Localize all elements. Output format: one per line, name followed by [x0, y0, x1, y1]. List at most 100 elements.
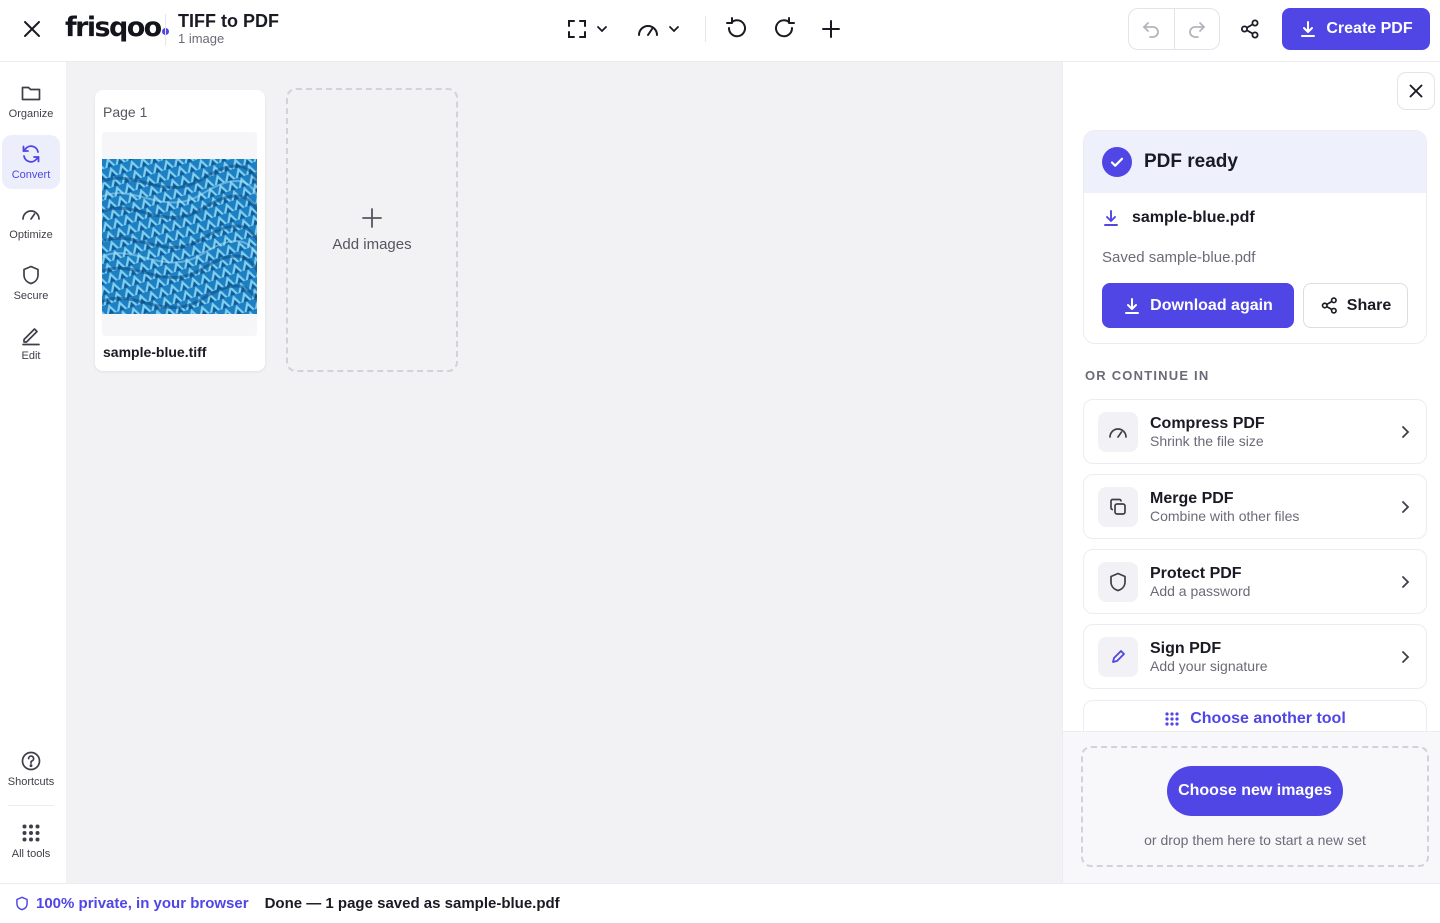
- tool-compress-pdf[interactable]: Compress PDF Shrink the file size: [1083, 399, 1427, 464]
- tool-name: Merge PDF: [1150, 489, 1234, 507]
- page-number-label: Page 1: [103, 104, 148, 120]
- pdf-ready-header: PDF ready: [1084, 131, 1426, 193]
- download-again-button[interactable]: Download again: [1102, 283, 1294, 328]
- app-logo[interactable]: frisqoo: [65, 12, 169, 44]
- tool-merge-pdf[interactable]: Merge PDF Combine with other files: [1083, 474, 1427, 539]
- rail-item-edit[interactable]: Edit: [2, 316, 60, 370]
- rail-label: Secure: [13, 290, 49, 302]
- rail-item-convert[interactable]: Convert: [2, 135, 60, 189]
- choose-new-images-button[interactable]: Choose new images: [1167, 766, 1343, 816]
- rail-item-optimize[interactable]: Optimize: [2, 195, 60, 249]
- grid-icon: [20, 822, 42, 844]
- rotate-right-button[interactable]: [771, 14, 797, 44]
- undo-icon: [1140, 18, 1162, 40]
- document-title: TIFF to PDF: [178, 11, 279, 31]
- pencil-icon: [20, 324, 42, 346]
- shield-icon: [20, 264, 42, 286]
- gauge-icon: [20, 203, 42, 225]
- tool-protect-pdf[interactable]: Protect PDF Add a password: [1083, 549, 1427, 614]
- rail-label: Organize: [8, 108, 54, 120]
- privacy-link[interactable]: 100% private, in your browser: [14, 895, 249, 912]
- gauge-icon: [1098, 411, 1138, 452]
- download-icon: [1123, 297, 1141, 315]
- result-panel: PDF ready sample-blue.pdf Saved sample-b…: [1062, 62, 1440, 883]
- chevron-right-icon: [1398, 574, 1412, 590]
- rail-label: All tools: [11, 848, 51, 860]
- rotate-left-button[interactable]: [724, 14, 750, 44]
- pdf-ready-title: PDF ready: [1144, 151, 1238, 172]
- download-again-label: Download again: [1150, 296, 1273, 314]
- fullscreen-icon: [565, 17, 589, 41]
- rail-divider: [8, 805, 54, 806]
- grid-icon: [1164, 711, 1180, 727]
- add-images-label: Add images: [332, 236, 412, 253]
- close-icon[interactable]: [18, 15, 46, 43]
- add-button[interactable]: [818, 14, 844, 44]
- rail-item-organize[interactable]: Organize: [2, 74, 60, 128]
- redo-button[interactable]: [1173, 9, 1220, 49]
- share-icon: [1320, 296, 1339, 315]
- tool-sign-pdf[interactable]: Sign PDF Add your signature: [1083, 624, 1427, 689]
- gauge-icon: [635, 17, 661, 41]
- page-card[interactable]: Page 1 sample-blue.tiff: [95, 90, 265, 371]
- thumbnail-image: [102, 159, 257, 314]
- chevron-down-icon: [667, 22, 681, 36]
- create-pdf-label: Create PDF: [1326, 20, 1413, 37]
- shield-icon: [1098, 561, 1138, 602]
- chevron-down-icon: [595, 22, 609, 36]
- refresh-icon: [20, 143, 42, 165]
- toolbar-divider: [705, 16, 706, 42]
- quality-dropdown[interactable]: [635, 14, 681, 44]
- drop-zone[interactable]: Choose new images or drop them here to s…: [1081, 746, 1429, 867]
- output-file-link[interactable]: sample-blue.pdf: [1102, 209, 1255, 227]
- page-file-name: sample-blue.tiff: [103, 344, 207, 360]
- rotate-left-icon: [724, 16, 750, 42]
- privacy-label: 100% private, in your browser: [36, 895, 249, 912]
- download-icon: [1299, 20, 1317, 38]
- undo-button[interactable]: [1129, 9, 1174, 49]
- left-rail: Organize Convert Optimize Secure Edit Sh…: [0, 62, 62, 883]
- shield-icon: [14, 895, 30, 912]
- rotate-right-icon: [771, 16, 797, 42]
- create-pdf-button[interactable]: Create PDF: [1282, 8, 1430, 50]
- download-icon: [1102, 209, 1120, 227]
- drop-hint: or drop them here to start a new set: [1144, 832, 1366, 848]
- rail-item-secure[interactable]: Secure: [2, 256, 60, 310]
- rail-item-shortcuts[interactable]: Shortcuts: [2, 742, 60, 796]
- chevron-right-icon: [1398, 649, 1412, 665]
- tool-description: Shrink the file size: [1150, 432, 1264, 449]
- tool-name: Protect PDF: [1150, 564, 1242, 582]
- fit-mode-dropdown[interactable]: [565, 14, 609, 44]
- folder-icon: [20, 82, 42, 104]
- pen-icon: [1098, 636, 1138, 677]
- add-images-button[interactable]: Add images: [286, 88, 458, 372]
- share-label: Share: [1346, 296, 1392, 314]
- document-subtitle: 1 image: [178, 31, 225, 46]
- status-bar: 100% private, in your browser Done — 1 p…: [0, 883, 1440, 923]
- copy-icon: [1098, 486, 1138, 527]
- tool-description: Combine with other files: [1150, 507, 1300, 524]
- plus-icon: [360, 206, 384, 230]
- rail-label: Shortcuts: [7, 776, 55, 788]
- new-set-area: Choose new images or drop them here to s…: [1063, 731, 1440, 883]
- rail-item-all-tools[interactable]: All tools: [2, 814, 60, 868]
- page-thumbnail: [102, 132, 257, 336]
- tool-name: Compress PDF: [1150, 414, 1265, 432]
- panel-close-button[interactable]: [1397, 72, 1435, 110]
- choose-another-tool-label: Choose another tool: [1190, 709, 1346, 727]
- close-icon: [1409, 84, 1423, 98]
- rail-label: Convert: [11, 169, 51, 181]
- header-divider: [165, 14, 166, 46]
- share-icon: [1239, 18, 1261, 40]
- chevron-right-icon: [1398, 499, 1412, 515]
- chevron-right-icon: [1398, 424, 1412, 440]
- plus-icon: [818, 16, 844, 42]
- pdf-ready-card: PDF ready sample-blue.pdf Saved sample-b…: [1083, 130, 1427, 344]
- rail-label: Optimize: [9, 229, 53, 241]
- share-pdf-button[interactable]: Share: [1303, 283, 1408, 328]
- saved-status: Saved sample-blue.pdf: [1102, 249, 1256, 266]
- undo-redo-group: [1128, 8, 1220, 50]
- share-button[interactable]: [1236, 15, 1264, 43]
- redo-icon: [1186, 18, 1208, 40]
- tool-description: Add a password: [1150, 582, 1251, 599]
